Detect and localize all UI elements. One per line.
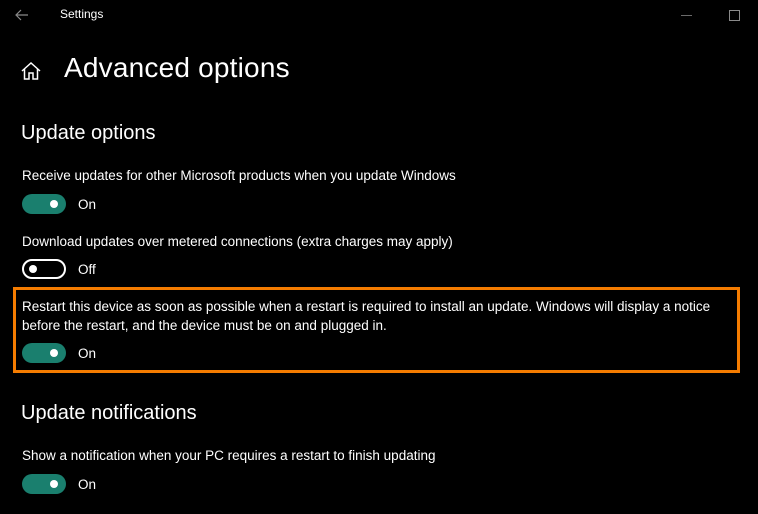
toggle-knob (29, 265, 37, 273)
toggle-knob (50, 480, 58, 488)
maximize-button[interactable] (724, 4, 746, 26)
app-title: Settings (60, 7, 104, 21)
toggle-other-microsoft-products[interactable] (22, 194, 66, 214)
toggle-state-label: On (78, 196, 97, 212)
settings-window: Settings Advanced options Update options… (0, 0, 758, 514)
toggle-row-other-microsoft-products: On (22, 193, 96, 215)
toggle-restart-asap[interactable] (22, 343, 66, 363)
back-arrow-icon (15, 9, 28, 21)
toggle-row-metered-connections: Off (22, 258, 96, 280)
option-label-restart-asap-line2: before the restart, and the device must … (22, 318, 387, 333)
back-button[interactable] (10, 4, 34, 26)
section-title-update-options: Update options (21, 122, 156, 144)
toggle-state-label: On (78, 345, 97, 361)
section-title-update-notifications: Update notifications (21, 402, 197, 424)
toggle-row-restart-asap: On (22, 342, 96, 364)
home-icon (21, 61, 41, 80)
option-label-metered-connections: Download updates over metered connection… (22, 234, 453, 249)
title-bar: Settings (0, 0, 758, 30)
home-button[interactable] (20, 60, 44, 84)
option-label-restart-asap-line1: Restart this device as soon as possible … (22, 299, 711, 314)
toggle-knob (50, 349, 58, 357)
toggle-metered-connections[interactable] (22, 259, 66, 279)
toggle-restart-notification[interactable] (22, 474, 66, 494)
toggle-state-label: Off (78, 261, 96, 277)
toggle-row-restart-notification: On (22, 473, 96, 495)
toggle-state-label: On (78, 476, 97, 492)
option-label-restart-notification: Show a notification when your PC require… (22, 448, 436, 463)
option-label-other-microsoft-products: Receive updates for other Microsoft prod… (22, 168, 456, 183)
minimize-button[interactable] (676, 4, 698, 26)
toggle-knob (50, 200, 58, 208)
page-title: Advanced options (64, 52, 290, 83)
